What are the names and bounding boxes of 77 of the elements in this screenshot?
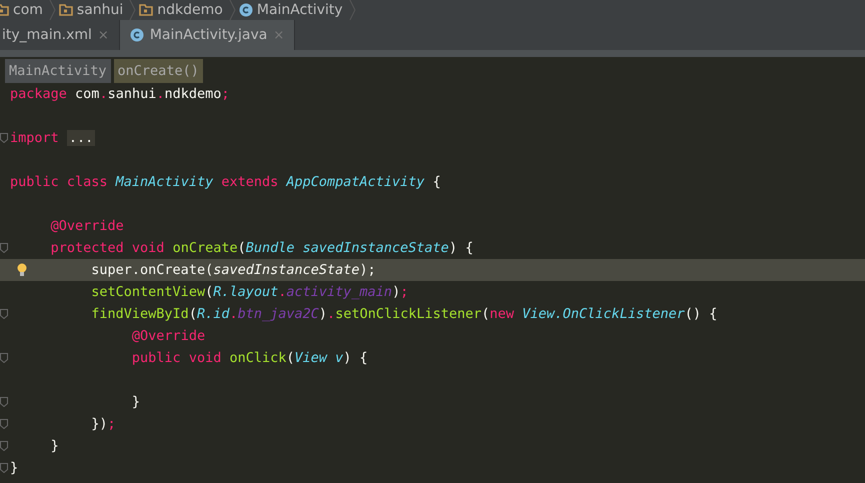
package-folder-icon [139, 4, 154, 16]
type-name-text: Bundle savedInstanceState [246, 240, 449, 256]
code-text: ) [392, 284, 400, 300]
field-name-text: btn_java2C [238, 306, 319, 322]
code-text: ( [482, 306, 490, 322]
fold-marker-icon[interactable] [0, 419, 8, 429]
code-text: ) { [343, 350, 368, 366]
keyword-text: new [490, 306, 516, 322]
code-text: } [132, 394, 140, 410]
breadcrumb-link[interactable]: com [13, 2, 43, 18]
fold-marker-icon[interactable] [0, 397, 8, 407]
method-name-text: setContentView [91, 284, 206, 300]
class-icon [130, 28, 144, 42]
parameter-text: savedInstanceState [213, 262, 360, 278]
fold-marker-icon[interactable] [0, 243, 8, 253]
keyword-text: package [10, 86, 67, 102]
punctuation-text: . [99, 86, 108, 102]
punctuation-text: . [156, 86, 164, 102]
code-text: ) { [448, 240, 474, 256]
field-name-text: activity_main [286, 284, 392, 300]
keyword-text: protected void [50, 240, 166, 256]
punctuation-text: ; [108, 416, 116, 432]
method-name-text: findViewById [91, 306, 189, 322]
code-text: }) [91, 416, 108, 432]
fold-marker-icon[interactable] [0, 463, 8, 473]
class-icon [238, 3, 253, 17]
folded-code-button[interactable]: ... [66, 130, 96, 146]
keyword-text: public class [10, 174, 109, 190]
punctuation-text: ; [221, 86, 230, 102]
code-text: com [75, 86, 100, 102]
code-text: ndkdemo [164, 86, 222, 102]
code-text: ); [360, 262, 376, 278]
chevron-separator-icon [129, 0, 136, 20]
annotation-text: @Override [50, 218, 124, 234]
type-name-text: MainActivity [116, 174, 214, 190]
keyword-text: import [10, 130, 60, 146]
breadcrumb-link[interactable]: ndkdemo [157, 2, 223, 18]
code-text: ( [238, 240, 246, 256]
fold-marker-icon[interactable] [0, 133, 8, 143]
punctuation-text: . [327, 306, 336, 322]
type-name-text: AppCompatActivity [286, 174, 425, 190]
chevron-separator-icon [228, 0, 236, 20]
type-name-text: View v [294, 350, 344, 366]
code-text: ( [188, 306, 197, 322]
code-text: super.onCreate( [91, 262, 214, 278]
code-text: ) [318, 306, 328, 322]
keyword-text: public void [132, 350, 222, 366]
punctuation-text: . [229, 306, 238, 322]
fold-marker-icon[interactable] [0, 441, 8, 451]
code-text: ( [286, 350, 295, 366]
code-text: { [432, 174, 441, 190]
code-text: } [10, 460, 18, 476]
annotation-text: @Override [132, 328, 206, 344]
tab-label: ity_main.xml [2, 27, 92, 43]
fold-marker-icon[interactable] [0, 353, 8, 363]
breadcrumb-link[interactable]: sanhui [76, 2, 124, 18]
package-folder-icon [58, 4, 73, 16]
type-name-text: R.layout [213, 284, 278, 300]
structure-breadcrumb[interactable]: MainActivity [5, 59, 111, 83]
code-text: () { [684, 306, 718, 322]
punctuation-text: . [278, 284, 286, 300]
type-name-text: View.OnClickListener [522, 306, 685, 322]
code-text: sanhui [108, 86, 156, 102]
type-name-text: R.id [196, 306, 230, 322]
lightbulb-icon[interactable] [17, 263, 27, 277]
breadcrumb-link[interactable]: MainActivity [256, 2, 343, 18]
punctuation-text: ; [400, 284, 408, 300]
code-text: } [50, 438, 59, 454]
code-text: ( [205, 284, 214, 300]
method-name-text: setOnClickListener [335, 306, 482, 322]
fold-marker-icon[interactable] [0, 309, 8, 319]
structure-breadcrumb[interactable]: onCreate() [114, 59, 203, 83]
method-name-text: onCreate [172, 240, 238, 256]
keyword-text: extends [221, 174, 280, 190]
method-name-text: onClick [229, 350, 286, 366]
tab-label: MainActivity.java [150, 27, 268, 43]
file-tab[interactable]: MainActivity.java × [120, 20, 296, 50]
